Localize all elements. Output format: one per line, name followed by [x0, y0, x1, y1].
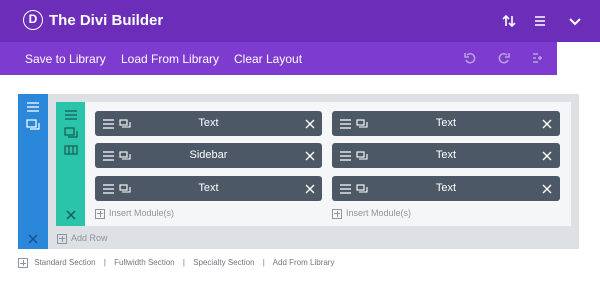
close-icon[interactable]: [305, 151, 315, 161]
row-move-icon[interactable]: [64, 108, 78, 126]
row-columns-icon[interactable]: [64, 142, 78, 160]
insert-module-button[interactable]: Insert Module(s): [332, 208, 411, 219]
save-to-library-button[interactable]: Save to Library: [25, 52, 106, 66]
module-menu-icon[interactable]: [103, 151, 131, 161]
builder-toolbar: Save to Library Load From Library Clear …: [0, 42, 557, 75]
separator: |: [182, 258, 185, 268]
row-content: Text Sidebar Text Insert Module(s) Text: [85, 102, 571, 226]
section-move-icon[interactable]: [26, 100, 40, 118]
close-icon[interactable]: [542, 151, 552, 161]
section-settings-strip: [18, 94, 48, 249]
add-row-button[interactable]: Add Row: [57, 233, 108, 244]
divi-logo: D: [23, 10, 43, 30]
insert-module-label: Insert Module(s): [346, 208, 412, 218]
undo-icon[interactable]: [463, 51, 477, 65]
module-text[interactable]: Text: [95, 176, 322, 201]
module-menu-icon[interactable]: [340, 119, 368, 129]
clear-layout-button[interactable]: Clear Layout: [234, 52, 302, 66]
module-menu-icon[interactable]: [340, 151, 368, 161]
section-delete-icon[interactable]: [27, 232, 39, 250]
add-section-bar: Standard Section | Fullwidth Section | S…: [18, 258, 334, 268]
sort-arrows-icon[interactable]: [500, 12, 518, 30]
close-icon[interactable]: [542, 119, 552, 129]
separator: |: [103, 258, 106, 268]
history-icon[interactable]: [530, 51, 544, 65]
specialty-section-link[interactable]: Specialty Section: [193, 258, 254, 267]
plus-icon: [18, 258, 28, 268]
module-menu-icon[interactable]: [340, 184, 368, 194]
builder-header: D The Divi Builder: [0, 0, 600, 42]
add-from-library-link[interactable]: Add From Library: [273, 258, 335, 267]
module-text[interactable]: Text: [332, 176, 560, 201]
fullwidth-section-link[interactable]: Fullwidth Section: [114, 258, 174, 267]
module-menu-icon[interactable]: [103, 184, 131, 194]
add-row-label: Add Row: [71, 233, 108, 243]
plus-icon: [57, 233, 67, 244]
insert-module-label: Insert Module(s): [109, 208, 175, 218]
insert-module-button[interactable]: Insert Module(s): [95, 208, 174, 219]
load-from-library-button[interactable]: Load From Library: [121, 52, 219, 66]
module-menu-icon[interactable]: [103, 119, 131, 129]
redo-icon[interactable]: [497, 51, 511, 65]
row-delete-icon[interactable]: [65, 208, 77, 226]
hamburger-icon[interactable]: [531, 12, 549, 30]
module-text[interactable]: Text: [332, 111, 560, 136]
chevron-down-icon[interactable]: [566, 12, 584, 30]
app-title: The Divi Builder: [49, 12, 164, 29]
section-duplicate-icon[interactable]: [26, 118, 40, 136]
plus-icon: [332, 208, 342, 219]
separator: |: [262, 258, 265, 268]
module-text[interactable]: Text: [332, 143, 560, 168]
close-icon[interactable]: [305, 119, 315, 129]
module-sidebar[interactable]: Sidebar: [95, 143, 322, 168]
close-icon[interactable]: [542, 184, 552, 194]
close-icon[interactable]: [305, 184, 315, 194]
row-settings-strip: [56, 102, 85, 226]
module-text[interactable]: Text: [95, 111, 322, 136]
standard-section-link[interactable]: Standard Section: [34, 258, 95, 267]
standard-section: Text Sidebar Text Insert Module(s) Text: [18, 94, 579, 249]
plus-icon: [95, 208, 105, 219]
